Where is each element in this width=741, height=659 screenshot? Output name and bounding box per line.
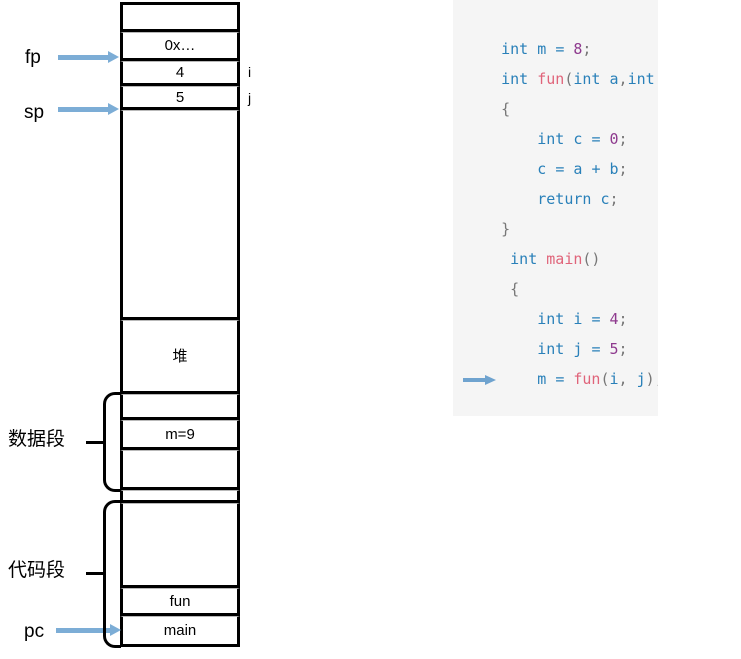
pointer-pc-label: pc [24, 621, 45, 642]
code-line-6: return c; [537, 190, 619, 208]
gap-cell [120, 490, 240, 503]
code-line-7: } [501, 220, 511, 238]
stack-cell-j: 5 [120, 86, 240, 110]
side-label-j: j [248, 90, 252, 106]
segment-data-nub [86, 441, 104, 444]
pointer-sp-label: sp [24, 102, 45, 123]
memory-layout-diagram: 0x… 4 5 堆 m=9 fun main i j fp sp pc 数据段 … [0, 0, 300, 659]
segment-data-bracket [103, 392, 121, 492]
code-line-13: return 0; [453, 364, 658, 394]
code-line-2: int fun(int a,int b) [501, 70, 655, 88]
segment-code-nub [86, 572, 104, 575]
code-line-14: } [453, 394, 658, 416]
code-line-3: { [501, 100, 511, 118]
code-cell-fun: fun [120, 588, 240, 616]
code-line-10: int i = 4; [537, 310, 628, 328]
data-cell-m: m=9 [120, 420, 240, 450]
data-cell-upper [120, 394, 240, 420]
code-line-9: { [501, 280, 520, 298]
code-cell-main: main [120, 616, 240, 647]
segment-data-label: 数据段 [8, 429, 66, 450]
current-line-arrow-icon [463, 375, 497, 385]
stack-cell-empty-top [120, 2, 240, 32]
stack-cell-heap: 堆 [120, 320, 240, 394]
stack-cell-saved-fp: 0x… [120, 32, 240, 61]
side-label-i: i [248, 64, 252, 80]
code-line-8: int main() [510, 250, 601, 268]
source-code-panel: int m = 8; int fun(int a,int b) { int c … [453, 0, 658, 416]
pointer-fp-arrow-icon [58, 51, 120, 63]
code-line-12: m = fun(i, j); [501, 370, 658, 388]
pointer-fp-label: fp [25, 47, 41, 68]
code-line-11: int j = 5; [537, 340, 628, 358]
segment-code-bracket [103, 500, 121, 648]
code-cell-upper [120, 503, 240, 588]
stack-cell-i: 4 [120, 61, 240, 86]
segment-code-label: 代码段 [8, 560, 66, 581]
stack-cell-free [120, 110, 240, 320]
code-line-4: int c = 0; [537, 130, 628, 148]
code-line-1: int m = 8; [501, 40, 592, 58]
code-line-5: c = a + b; [501, 160, 628, 178]
pointer-sp-arrow-icon [58, 103, 120, 115]
data-cell-lower [120, 450, 240, 490]
